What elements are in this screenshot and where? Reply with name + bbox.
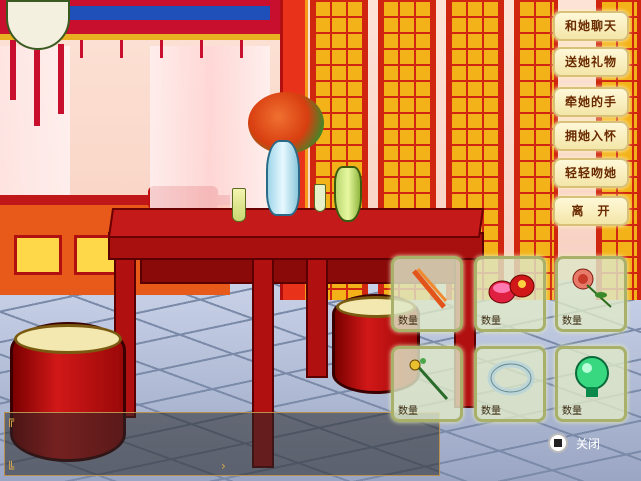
bed-panel — [14, 235, 62, 275]
gift-qty-label: 数量 — [481, 316, 501, 327]
canopy-fringe — [240, 40, 243, 58]
gift-qty-label: 数量 — [398, 316, 418, 327]
game-scene: ╔ ╚ › 和她聊天 送她礼物 牵她的手 拥她入怀 轻轻吻她 离 开 数量 数量… — [0, 0, 641, 481]
dialog-box: ╔ ╚ › — [4, 412, 440, 476]
gift-slot[interactable]: 数量 — [474, 346, 546, 422]
menu-gift-button[interactable]: 送她礼物 — [553, 47, 629, 77]
wine-jug — [334, 166, 362, 222]
ornament-icon: ╚ — [7, 461, 15, 475]
wine-cup — [314, 184, 326, 212]
tassel — [58, 44, 64, 114]
menu-chat-button[interactable]: 和她聊天 — [553, 11, 629, 41]
menu-embrace-button[interactable]: 拥她入怀 — [553, 121, 629, 151]
drum-stool-top — [14, 324, 122, 354]
menu-hold-hand-button[interactable]: 牵她的手 — [553, 87, 629, 117]
close-button[interactable]: 关闭 — [548, 432, 618, 454]
porcelain-vase — [266, 140, 300, 216]
gift-qty-label: 数量 — [562, 406, 582, 417]
gift-qty-label: 数量 — [562, 316, 582, 327]
close-label: 关闭 — [576, 436, 601, 451]
jade-bracelet-icon — [483, 353, 539, 403]
ornament-icon: › — [221, 459, 226, 473]
gift-qty-label: 数量 — [481, 406, 501, 417]
canopy-fringe — [80, 40, 83, 58]
gift-slot[interactable]: 数量 — [391, 256, 463, 332]
ornament-icon: ╔ — [7, 413, 15, 427]
stop-icon — [548, 433, 568, 453]
gift-slot[interactable]: 数量 — [555, 256, 627, 332]
gift-qty-label: 数量 — [398, 406, 418, 417]
canopy-fringe — [120, 40, 123, 58]
rouge-box-icon — [483, 263, 539, 313]
canopy-fringe — [160, 40, 163, 58]
menu-kiss-button[interactable]: 轻轻吻她 — [553, 158, 629, 188]
tassel — [34, 50, 40, 126]
rose-icon — [564, 263, 620, 313]
table-top — [107, 208, 485, 238]
menu-leave-button[interactable]: 离 开 — [553, 196, 629, 226]
table-leg — [306, 258, 328, 378]
wine-cup — [232, 188, 246, 222]
canopy-trim — [40, 6, 270, 20]
canopy-fringe — [200, 40, 203, 58]
chopsticks-icon — [400, 263, 456, 313]
gift-slot[interactable]: 数量 — [474, 256, 546, 332]
lattice-screen — [514, 0, 558, 300]
tassel — [10, 40, 16, 100]
gift-slot[interactable]: 数量 — [391, 346, 463, 422]
gift-slot[interactable]: 数量 — [555, 346, 627, 422]
jade-pendant-icon — [564, 353, 620, 403]
hairpin-icon — [400, 353, 456, 403]
